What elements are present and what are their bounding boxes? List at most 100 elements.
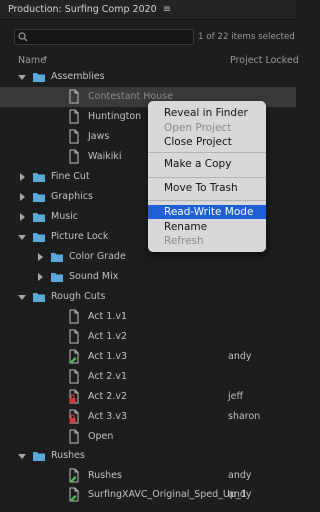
project-locked-value: jeff <box>228 391 244 402</box>
chevron-down-icon[interactable] <box>18 73 26 81</box>
menu-item-label: Read-Write Mode <box>164 206 254 218</box>
tree-project-row[interactable]: SurfingXAVC_Original_Sped_Up_1 andy <box>0 485 296 505</box>
project-file-icon <box>69 109 79 124</box>
project-locked-icon <box>69 409 79 424</box>
sort-ascending-icon[interactable]: ↑ <box>42 55 49 64</box>
tree-folder-row[interactable]: Rushes <box>0 446 296 466</box>
folder-icon <box>33 173 45 182</box>
project-edit-icon <box>69 349 79 364</box>
tree-item-label: Fine Cut <box>51 171 90 182</box>
chevron-right-icon[interactable] <box>36 273 44 281</box>
tree-item-label: Color Grade <box>69 251 126 262</box>
tree-item-label: Act 3.v3 <box>88 411 128 422</box>
menu-item-label: Move To Trash <box>164 182 238 194</box>
menu-item-make-a-copy[interactable]: Make a Copy <box>148 157 266 171</box>
project-locked-value: andy <box>228 470 252 481</box>
tree-project-row[interactable]: Act 1.v2 <box>0 327 296 347</box>
menu-item-label: Rename <box>164 221 208 233</box>
folder-icon <box>33 73 45 82</box>
tree-item-label: Graphics <box>51 191 93 202</box>
tree-project-row[interactable]: Act 1.v1 <box>0 307 296 327</box>
tree-project-row[interactable]: Open <box>0 427 296 447</box>
chevron-down-icon[interactable] <box>18 233 26 241</box>
chevron-right-icon[interactable] <box>18 213 26 221</box>
tree-item-label: Act 2.v2 <box>88 391 128 402</box>
menu-item-close-project[interactable]: Close Project <box>148 135 266 149</box>
search-icon <box>18 32 28 42</box>
project-file-icon <box>69 129 79 144</box>
tree-item-label: Act 1.v1 <box>88 311 128 322</box>
column-project-locked-header[interactable]: Project Locked <box>230 55 299 66</box>
project-locked-value: andy <box>228 351 252 362</box>
tree-item-label: Rough Cuts <box>51 291 106 302</box>
project-edit-icon <box>69 468 79 483</box>
folder-icon <box>33 213 45 222</box>
menu-item-refresh: Refresh <box>148 234 266 248</box>
menu-item-read-write-mode[interactable]: Read-Write Mode <box>148 205 266 219</box>
tree-folder-row[interactable]: Assemblies <box>0 67 296 87</box>
menu-separator <box>148 152 266 153</box>
tree-item-label: Jaws <box>88 131 110 142</box>
project-file-icon <box>69 329 79 344</box>
project-locked-icon <box>69 389 79 404</box>
chevron-right-icon[interactable] <box>36 253 44 261</box>
menu-item-label: Reveal in Finder <box>164 107 248 119</box>
context-menu: Reveal in Finder Open Project Close Projec… <box>148 101 266 252</box>
tree-item-label: SurfingXAVC_Original_Sped_Up_1 <box>88 489 247 500</box>
chevron-right-icon[interactable] <box>18 193 26 201</box>
panel-titlebar: Production: Surfing Comp 2020 ≡ <box>0 0 296 20</box>
chevron-right-icon[interactable] <box>18 173 26 181</box>
tree-folder-row[interactable]: Rough Cuts <box>0 287 296 307</box>
menu-separator <box>148 177 266 178</box>
tree-project-row[interactable]: Act 2.v1 <box>0 367 296 387</box>
menu-item-rename[interactable]: Rename <box>148 220 266 234</box>
tree-item-label: Act 1.v3 <box>88 351 128 362</box>
folder-icon <box>33 293 45 302</box>
menu-item-label: Make a Copy <box>164 158 232 170</box>
tree-item-label: Act 1.v2 <box>88 331 128 342</box>
tree-item-label: Waikiki <box>88 151 122 162</box>
tree-item-label: Music <box>51 211 79 222</box>
project-locked-value: andy <box>228 489 252 500</box>
search-row: 1 of 22 items selected <box>0 26 296 50</box>
tree-item-label: Rushes <box>51 450 85 461</box>
tree-item-label: Picture Lock <box>51 231 109 242</box>
menu-item-label: Refresh <box>164 235 204 247</box>
folder-icon <box>51 253 63 262</box>
folder-icon <box>33 452 45 461</box>
tree-item-label: Open <box>88 431 114 442</box>
hamburger-icon[interactable]: ≡ <box>163 4 171 15</box>
tree-project-row[interactable]: Rushes andy <box>0 466 296 486</box>
chevron-down-icon[interactable] <box>18 452 26 460</box>
tree-project-row[interactable]: Act 3.v3 sharon <box>0 407 296 427</box>
menu-item-reveal-in-finder[interactable]: Reveal in Finder <box>148 106 266 120</box>
project-edit-icon <box>69 487 79 502</box>
tree-folder-row[interactable]: Sound Mix <box>0 267 296 287</box>
menu-item-label: Close Project <box>164 136 232 148</box>
selection-count: 1 of 22 items selected <box>198 32 295 42</box>
project-locked-value: sharon <box>228 411 261 422</box>
folder-icon <box>33 193 45 202</box>
tree-project-row[interactable]: Act 2.v2 jeff <box>0 387 296 407</box>
tree-project-row[interactable]: Act 1.v3 andy <box>0 347 296 367</box>
folder-icon <box>33 233 45 242</box>
tree-item-label: Huntington <box>88 111 142 122</box>
menu-item-move-to-trash[interactable]: Move To Trash <box>148 181 266 195</box>
tree-item-label: Rushes <box>88 470 122 481</box>
folder-icon <box>51 273 63 282</box>
menu-item-open-project: Open Project <box>148 121 266 135</box>
search-input[interactable] <box>31 30 195 46</box>
project-file-icon <box>69 149 79 164</box>
project-file-icon <box>69 89 79 104</box>
chevron-down-icon[interactable] <box>18 293 26 301</box>
menu-separator <box>148 200 266 201</box>
project-file-icon <box>69 369 79 384</box>
menu-item-label: Open Project <box>164 122 232 134</box>
panel-title: Production: Surfing Comp 2020 <box>8 4 157 15</box>
search-box[interactable] <box>14 29 195 46</box>
tree-item-label: Sound Mix <box>69 271 119 282</box>
project-file-icon <box>69 429 79 444</box>
tree-item-label: Act 2.v1 <box>88 371 128 382</box>
project-file-icon <box>69 309 79 324</box>
tree-item-label: Assemblies <box>51 71 105 82</box>
